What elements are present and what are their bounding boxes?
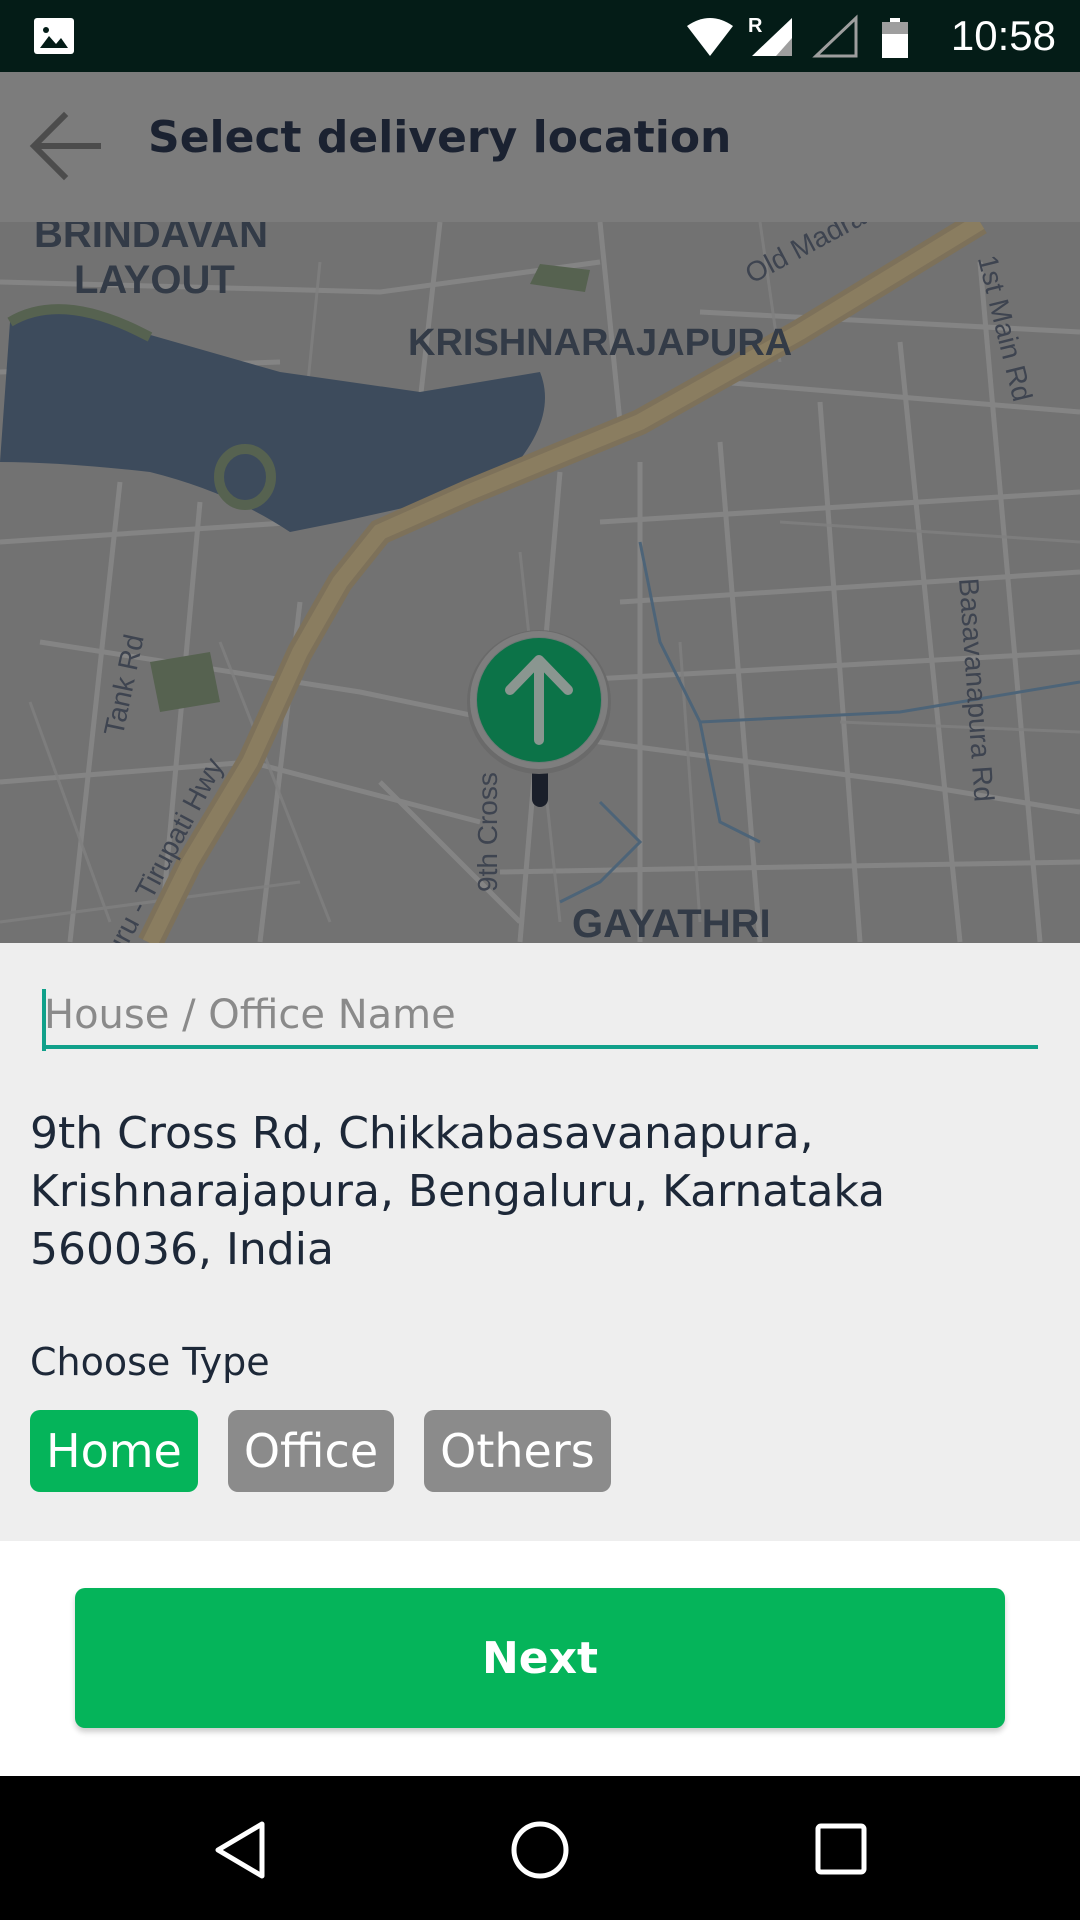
signal-roaming-icon: R [748,15,792,56]
status-bar: R 10:58 [0,0,1080,72]
nav-back-icon[interactable] [212,1820,268,1880]
bottom-action-area: Next [0,1541,1080,1776]
status-clock: 10:58 [950,12,1056,59]
arrow-back-icon[interactable] [28,106,104,186]
map-label-gayathri: GAYATHRI [572,902,771,943]
map-label-layout: LAYOUT [74,258,235,302]
map-view[interactable]: BRINDAVAN LAYOUT KRISHNARAJAPURA GAYATHR… [0,222,1080,943]
gallery-icon [34,18,74,54]
navigation-bar [0,1776,1080,1920]
map-label-krishnarajapura: KRISHNARAJAPURA [408,322,793,364]
app-bar: Select delivery location [0,72,1080,222]
location-pin-arrow-icon[interactable] [462,630,617,830]
battery-icon [882,18,908,58]
system-icons: R [680,12,920,60]
map-label-brindavan: BRINDAVAN [34,222,269,256]
address-form: 9th Cross Rd, Chikkabasavanapura, Krishn… [0,943,1080,1541]
type-selector: Home Office Others [30,1410,611,1492]
choose-type-label: Choose Type [30,1340,270,1384]
type-others-chip[interactable]: Others [424,1410,611,1492]
page-title: Select delivery location [148,112,732,163]
house-office-name-input[interactable] [42,985,1038,1049]
wifi-icon [687,18,733,56]
address-text: 9th Cross Rd, Chikkabasavanapura, Krishn… [30,1108,886,1275]
svg-text:R: R [748,15,763,37]
type-home-chip[interactable]: Home [30,1410,198,1492]
nav-recents-icon[interactable] [814,1822,868,1876]
type-office-chip[interactable]: Office [227,1410,395,1492]
next-button[interactable]: Next [75,1588,1005,1728]
text-cursor [42,989,46,1051]
signal-icon [812,14,858,58]
nav-home-icon[interactable] [510,1820,570,1880]
